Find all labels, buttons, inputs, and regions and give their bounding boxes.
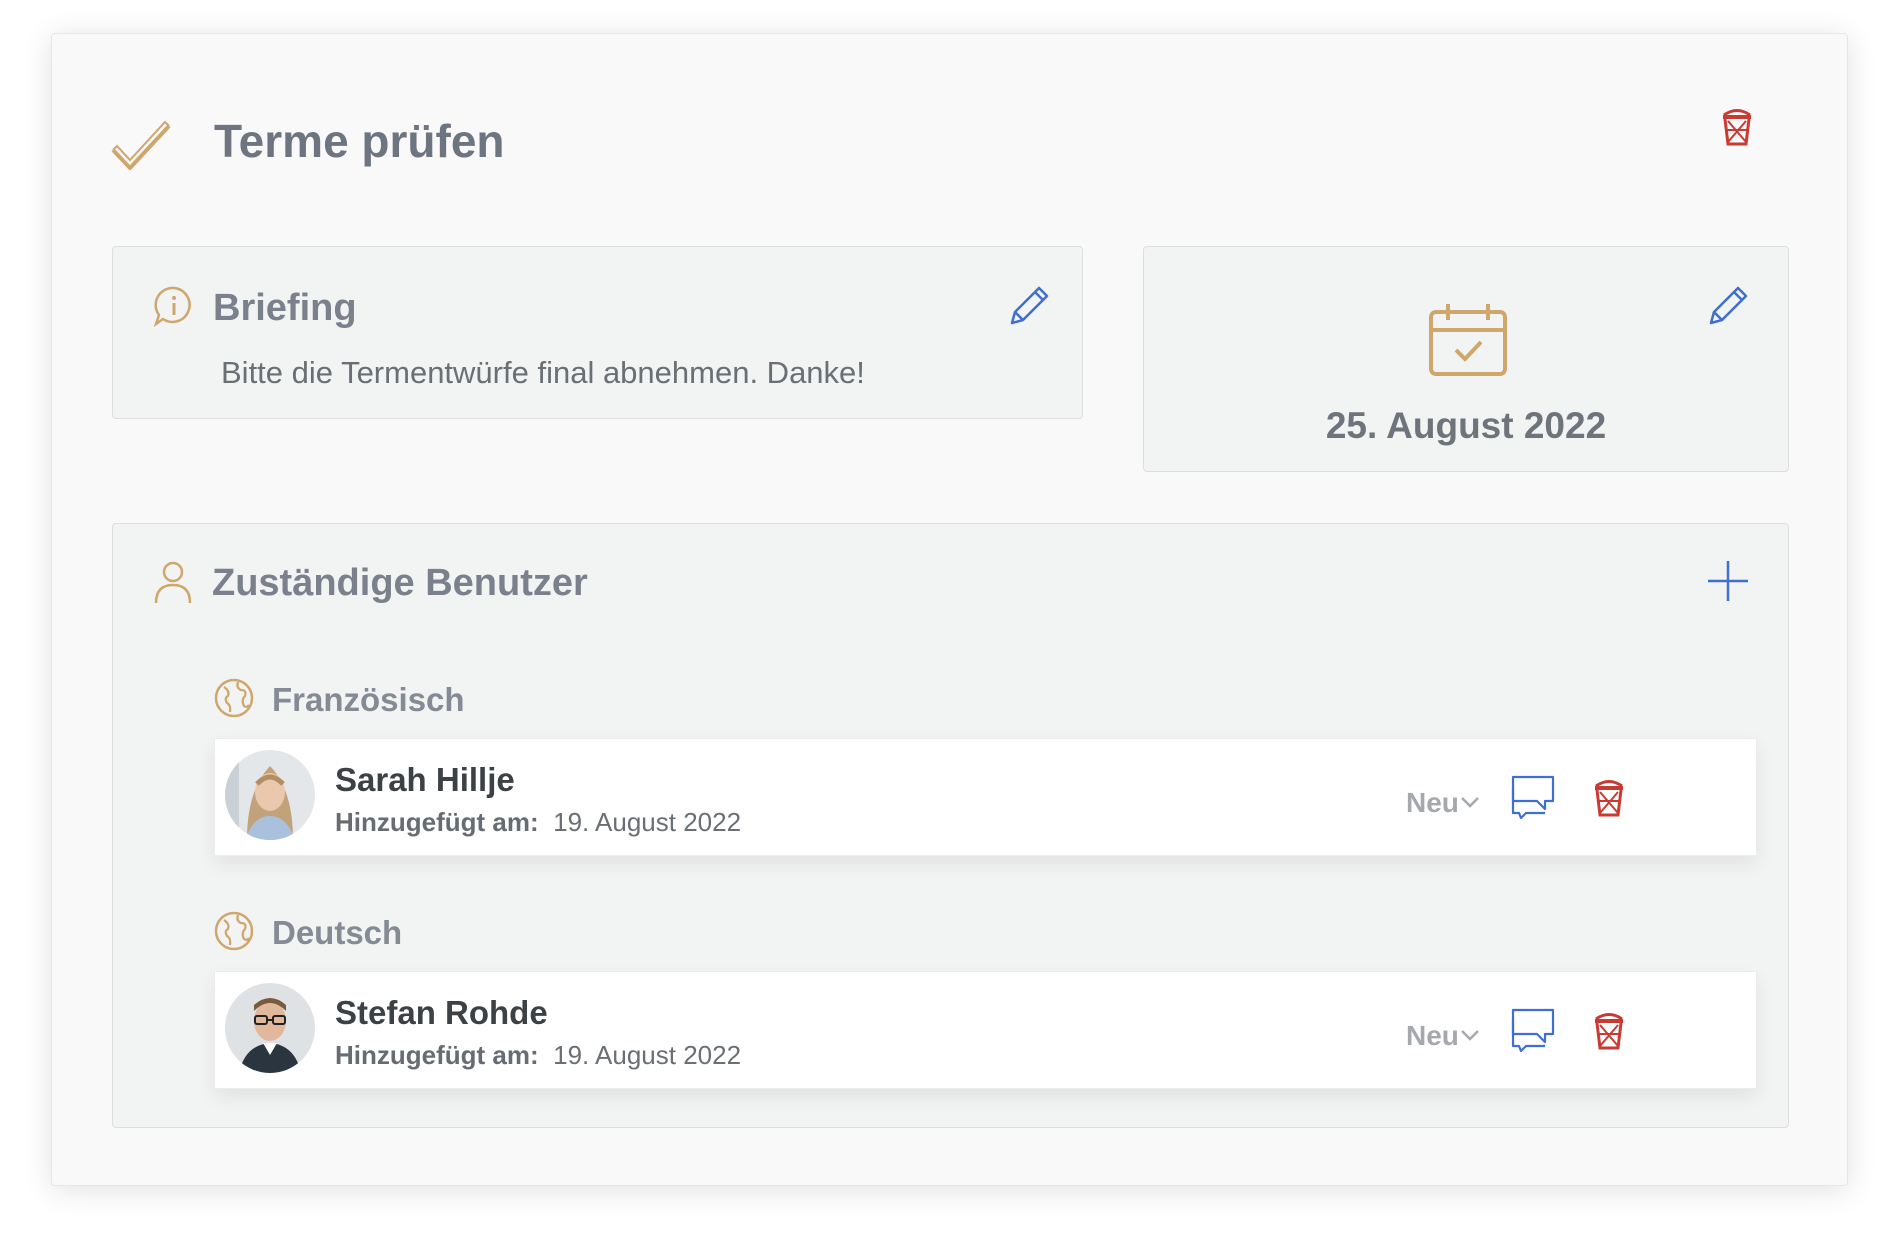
add-user-plus-icon[interactable] <box>1707 560 1749 602</box>
user-row: Stefan Rohde Hinzugefügt am: 19. August … <box>214 971 1757 1089</box>
info-bubble-icon <box>153 285 195 327</box>
added-date-value: 19. August 2022 <box>553 1040 742 1070</box>
chevron-down-icon[interactable] <box>1460 789 1480 815</box>
briefing-text: Bitte die Termentwürfe final abnehmen. D… <box>221 355 865 390</box>
language-label-german: Deutsch <box>272 914 403 951</box>
added-label: Hinzugefügt am: <box>335 1040 539 1070</box>
user-name: Stefan Rohde <box>335 994 548 1031</box>
task-title: Terme prüfen <box>214 115 505 167</box>
user-row: Sarah Hillje Hinzugefügt am: 19. August … <box>214 738 1757 856</box>
trash-icon[interactable] <box>1592 777 1626 817</box>
added-date-value: 19. August 2022 <box>553 807 742 837</box>
globe-icon <box>214 911 254 951</box>
task-card: Terme prüfen Briefing Bitte die Termentw… <box>51 33 1848 1186</box>
added-label: Hinzugefügt am: <box>335 807 539 837</box>
edit-date-pencil-icon[interactable] <box>1707 283 1751 327</box>
delete-task-trash-icon[interactable] <box>1720 106 1754 146</box>
status-dropdown[interactable]: Neu <box>1406 789 1459 817</box>
briefing-panel: Briefing Bitte die Termentwürfe final ab… <box>112 246 1083 419</box>
due-date-panel: 25. August 2022 <box>1143 246 1789 472</box>
message-icon[interactable] <box>1511 1008 1555 1052</box>
user-added-date: Hinzugefügt am: 19. August 2022 <box>335 809 741 835</box>
trash-icon[interactable] <box>1592 1010 1626 1050</box>
chevron-down-icon[interactable] <box>1460 1022 1480 1048</box>
edit-briefing-pencil-icon[interactable] <box>1008 283 1052 327</box>
checkmark-icon <box>110 120 172 172</box>
due-date: 25. August 2022 <box>1325 405 1607 446</box>
assigned-users-title: Zuständige Benutzer <box>212 562 588 604</box>
message-icon[interactable] <box>1511 775 1555 819</box>
briefing-title: Briefing <box>213 287 357 329</box>
user-name: Sarah Hillje <box>335 761 515 798</box>
calendar-check-icon <box>1428 302 1508 378</box>
user-icon <box>154 560 192 604</box>
avatar <box>225 750 315 840</box>
assigned-users-panel: Zuständige Benutzer Französisch Sarah Hi… <box>112 523 1789 1128</box>
language-label-french: Französisch <box>272 681 465 718</box>
status-dropdown[interactable]: Neu <box>1406 1022 1459 1050</box>
user-added-date: Hinzugefügt am: 19. August 2022 <box>335 1042 741 1068</box>
globe-icon <box>214 678 254 718</box>
avatar <box>225 983 315 1073</box>
